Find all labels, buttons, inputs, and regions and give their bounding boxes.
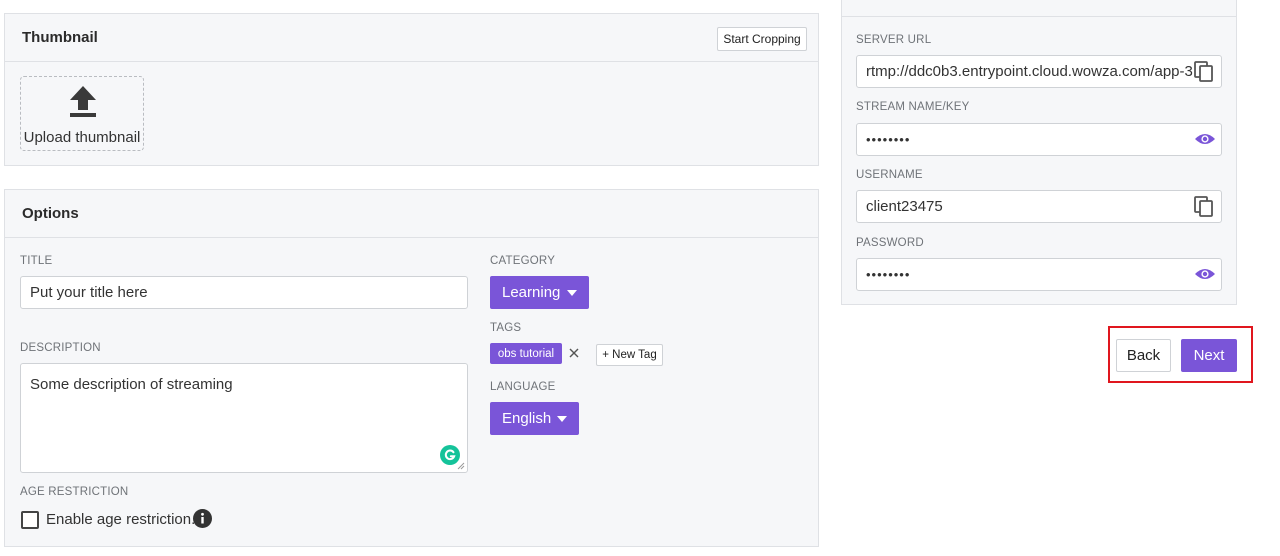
eye-icon[interactable] xyxy=(1194,132,1216,146)
thumbnail-panel: Thumbnail Start Cropping Upload thumbnai… xyxy=(4,13,819,166)
password-value: •••••••• xyxy=(866,267,911,282)
tags-label: TAGS xyxy=(490,322,522,334)
username-label: USERNAME xyxy=(856,169,923,181)
start-cropping-button[interactable]: Start Cropping xyxy=(717,27,807,51)
tag-chip: obs tutorial xyxy=(490,343,562,364)
server-url-value: rtmp://ddc0b3.entrypoint.cloud.wowza.com… xyxy=(866,63,1193,80)
title-input[interactable]: Put your title here xyxy=(20,276,468,309)
language-label: LANGUAGE xyxy=(490,381,556,393)
new-tag-button[interactable]: + New Tag xyxy=(596,344,663,366)
chevron-down-icon xyxy=(567,290,577,296)
age-restriction-checkbox-label: Enable age restriction. xyxy=(46,511,196,528)
language-value: English xyxy=(502,410,552,427)
username-input[interactable]: client23475 xyxy=(856,190,1222,223)
back-button[interactable]: Back xyxy=(1116,339,1171,372)
resize-handle-icon[interactable] xyxy=(457,462,465,470)
copy-icon[interactable] xyxy=(1194,196,1214,218)
title-label: TITLE xyxy=(20,255,53,267)
thumbnail-title: Thumbnail xyxy=(22,29,98,46)
category-dropdown[interactable]: Learning xyxy=(490,276,589,309)
stream-key-input[interactable]: •••••••• xyxy=(856,123,1222,156)
stream-key-value: •••••••• xyxy=(866,132,911,147)
description-label: DESCRIPTION xyxy=(20,342,101,354)
category-value: Learning xyxy=(502,284,561,301)
stream-panel-top-divider xyxy=(842,16,1236,17)
age-restriction-label: AGE RESTRICTION xyxy=(20,486,129,498)
description-text: Some description of streaming xyxy=(30,376,233,393)
username-value: client23475 xyxy=(866,198,943,215)
stream-settings-panel: SERVER URL rtmp://ddc0b3.entrypoint.clou… xyxy=(841,0,1237,305)
upload-icon xyxy=(70,86,96,117)
close-icon[interactable] xyxy=(569,348,579,358)
options-header: Options xyxy=(5,190,818,238)
chevron-down-icon xyxy=(557,416,567,422)
upload-thumbnail-label: Upload thumbnail xyxy=(23,129,141,146)
server-url-label: SERVER URL xyxy=(856,34,932,46)
next-button[interactable]: Next xyxy=(1181,339,1237,372)
thumbnail-header: Thumbnail Start Cropping xyxy=(5,14,818,62)
tag-label: obs tutorial xyxy=(497,347,555,360)
stream-key-label: STREAM NAME/KEY xyxy=(856,101,970,113)
options-panel: Options TITLE Put your title here DESCRI… xyxy=(4,189,819,547)
eye-icon[interactable] xyxy=(1194,267,1216,281)
options-title: Options xyxy=(22,205,79,222)
copy-icon[interactable] xyxy=(1194,61,1214,83)
language-dropdown[interactable]: English xyxy=(490,402,579,435)
description-textarea[interactable]: Some description of streaming xyxy=(20,363,468,473)
info-icon[interactable] xyxy=(193,509,212,528)
password-label: PASSWORD xyxy=(856,237,924,249)
category-label: CATEGORY xyxy=(490,255,556,267)
server-url-input[interactable]: rtmp://ddc0b3.entrypoint.cloud.wowza.com… xyxy=(856,55,1222,88)
upload-thumbnail-button[interactable]: Upload thumbnail xyxy=(20,76,144,151)
age-restriction-checkbox[interactable] xyxy=(21,511,39,529)
password-input[interactable]: •••••••• xyxy=(856,258,1222,291)
